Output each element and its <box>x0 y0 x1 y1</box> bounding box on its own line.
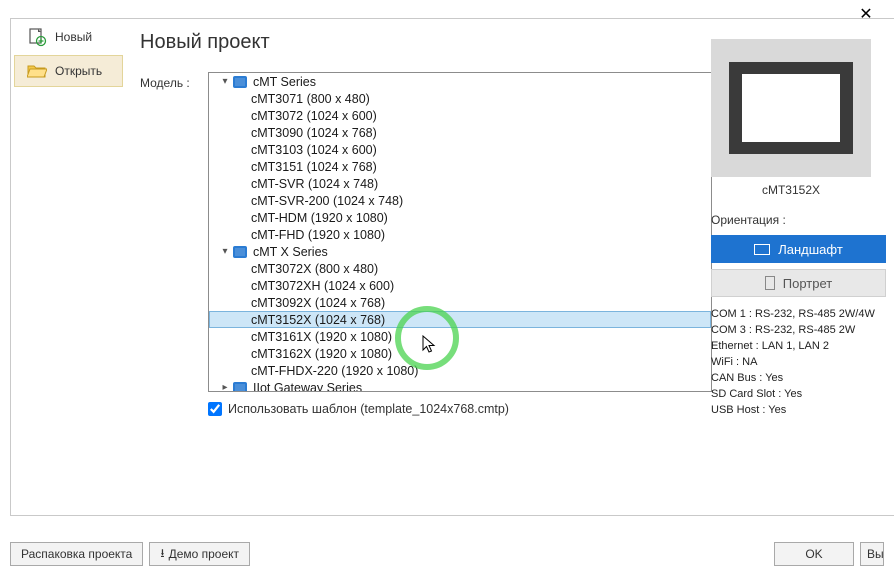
tree-item[interactable]: cMT-FHDX-220 (1920 x 1080) <box>209 362 711 379</box>
demo-project-button[interactable]: ⭳ Демо проект <box>149 542 250 566</box>
landscape-label: Ландшафт <box>778 242 843 257</box>
series-label: cMT Series <box>253 75 316 89</box>
tree-item[interactable]: cMT3152X (1024 x 768) <box>209 311 711 328</box>
spec-line: Ethernet : LAN 1, LAN 2 <box>711 339 894 355</box>
template-checkbox[interactable] <box>208 402 222 416</box>
tree-item[interactable]: cMT-FHD (1920 x 1080) <box>209 226 711 243</box>
landscape-icon <box>754 244 770 255</box>
folder-icon <box>233 76 247 88</box>
unpack-label: Распаковка проекта <box>21 547 132 561</box>
template-label: Использовать шаблон (template_1024x768.c… <box>228 402 509 416</box>
left-sidebar: Новый Открыть <box>11 19 126 515</box>
spec-line: USB Host : Yes <box>711 403 894 419</box>
orientation-portrait-button[interactable]: Портрет <box>711 269 886 297</box>
spec-line: SD Card Slot : Yes <box>711 387 894 403</box>
sidebar-item-open[interactable]: Открыть <box>14 55 123 87</box>
tree-item[interactable]: cMT3161X (1920 x 1080) <box>209 328 711 345</box>
tree-series-header[interactable]: ▾ cMT Series <box>209 73 711 90</box>
cancel-button-cut[interactable]: Вы <box>860 542 884 566</box>
tree-item[interactable]: cMT3151 (1024 x 768) <box>209 158 711 175</box>
model-tree[interactable]: ▾ cMT SeriescMT3071 (800 x 480)cMT3072 (1… <box>208 72 712 392</box>
portrait-label: Портрет <box>783 276 832 291</box>
tree-item[interactable]: cMT3072 (1024 x 600) <box>209 107 711 124</box>
tree-item[interactable]: cMT-SVR-200 (1024 x 748) <box>209 192 711 209</box>
right-panel: cMT3152X Ориентация : Ландшафт Портрет C… <box>711 39 893 419</box>
download-icon: ⭳ <box>160 544 164 565</box>
tree-series-header[interactable]: ▾ cMT X Series <box>209 243 711 260</box>
sidebar-new-label: Новый <box>55 30 92 44</box>
tree-item[interactable]: cMT-SVR (1024 x 748) <box>209 175 711 192</box>
bottom-bar: Распаковка проекта ⭳ Демо проект OK Вы <box>0 532 894 576</box>
chevron-down-icon: ▾ <box>219 246 231 257</box>
tree-item[interactable]: cMT3162X (1920 x 1080) <box>209 345 711 362</box>
chevron-right-icon: ▸ <box>219 382 231 392</box>
sidebar-open-label: Открыть <box>55 64 102 78</box>
cancel-label: Вы <box>867 547 884 561</box>
dialog-body: Новый Открыть Новый проект Модель : ▾cMT… <box>10 18 894 516</box>
folder-open-icon <box>27 62 47 80</box>
orientation-label: Ориентация : <box>711 213 893 227</box>
tree-item[interactable]: cMT3090 (1024 x 768) <box>209 124 711 141</box>
spec-line: WiFi : NA <box>711 355 894 371</box>
tree-item[interactable]: cMT3071 (800 x 480) <box>209 90 711 107</box>
chevron-down-icon: ▾ <box>219 76 231 87</box>
tree-item[interactable]: cMT3072X (800 x 480) <box>209 260 711 277</box>
new-project-icon <box>27 27 47 47</box>
tree-series-header[interactable]: ▸ IIot Gateway Series <box>209 379 711 392</box>
ok-label: OK <box>805 547 822 561</box>
folder-icon <box>233 246 247 258</box>
folder-icon <box>233 382 247 393</box>
orientation-landscape-button[interactable]: Ландшафт <box>711 235 886 263</box>
unpack-project-button[interactable]: Распаковка проекта <box>10 542 143 566</box>
spec-line: COM 3 : RS-232, RS-485 2W <box>711 323 894 339</box>
ok-button[interactable]: OK <box>774 542 854 566</box>
series-label: cMT X Series <box>253 245 328 259</box>
demo-label: Демо проект <box>169 547 239 561</box>
spec-line: CAN Bus : Yes <box>711 371 894 387</box>
portrait-icon <box>765 276 775 290</box>
preview-bezel <box>729 62 853 154</box>
tree-item[interactable]: cMT3092X (1024 x 768) <box>209 294 711 311</box>
spec-line: COM 1 : RS-232, RS-485 2W/4W <box>711 307 894 323</box>
model-name-label: cMT3152X <box>711 183 871 197</box>
tree-item[interactable]: cMT-HDM (1920 x 1080) <box>209 209 711 226</box>
tree-item[interactable]: cMT3103 (1024 x 600) <box>209 141 711 158</box>
series-label: IIot Gateway Series <box>253 381 362 393</box>
model-label: Модель : <box>140 72 200 90</box>
preview-screen <box>742 74 840 142</box>
sidebar-item-new[interactable]: Новый <box>14 21 123 53</box>
specs-list: COM 1 : RS-232, RS-485 2W/4WCOM 3 : RS-2… <box>711 307 894 419</box>
tree-item[interactable]: cMT3072XH (1024 x 600) <box>209 277 711 294</box>
model-preview <box>711 39 871 177</box>
